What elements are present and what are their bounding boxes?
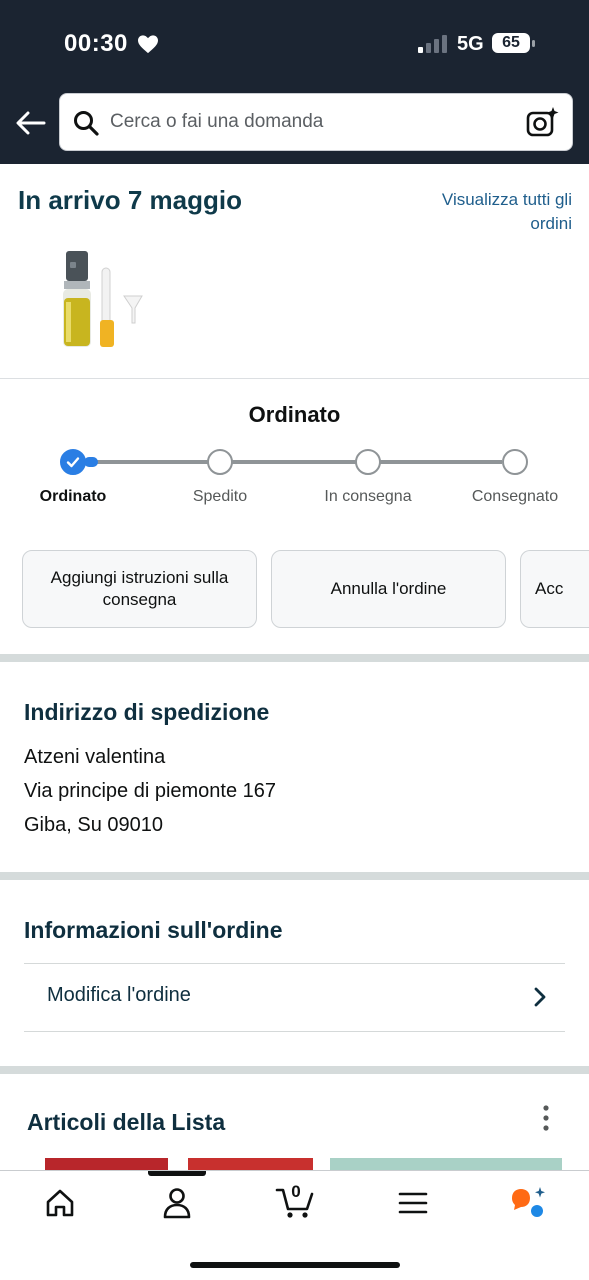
- check-icon: [66, 457, 80, 468]
- chevron-right-icon: [534, 987, 546, 1007]
- modify-order-row[interactable]: Modifica l'ordine: [24, 964, 565, 1031]
- rufus-assistant-icon[interactable]: [508, 1186, 548, 1220]
- home-icon[interactable]: [40, 1186, 80, 1220]
- step-out-for-delivery-dot: [355, 449, 381, 475]
- menu-icon[interactable]: [393, 1186, 433, 1220]
- search-icon: [74, 111, 99, 136]
- step-label-out-for-delivery: In consegna: [324, 488, 412, 505]
- account-icon[interactable]: [157, 1186, 197, 1220]
- step-shipped-dot: [207, 449, 233, 475]
- modify-order-label: Modifica l'ordine: [47, 984, 191, 1006]
- list-item-thumbnails: [0, 1150, 589, 1172]
- address-name: Atzeni valentina: [24, 746, 166, 768]
- cart-count: 0: [291, 1182, 301, 1201]
- section-divider: [0, 654, 589, 662]
- step-label-shipped: Spedito: [192, 488, 248, 505]
- progress-fill: [84, 457, 98, 467]
- order-info-title: Informazioni sull'ordine: [24, 917, 283, 943]
- signal-icon: [418, 35, 447, 53]
- product-image[interactable]: [58, 248, 150, 354]
- row-divider: [24, 1031, 565, 1032]
- section-divider: [0, 1066, 589, 1074]
- shipping-address-title: Indirizzo di spedizione: [24, 699, 270, 725]
- address-city: Giba, Su 09010: [24, 814, 163, 836]
- battery-icon: 65: [492, 33, 536, 53]
- search-bar[interactable]: [59, 93, 573, 151]
- active-tab-indicator: [148, 1171, 206, 1176]
- divider: [0, 378, 589, 379]
- step-label-delivered: Consegnato: [471, 488, 559, 505]
- cancel-order-button[interactable]: Annulla l'ordine: [271, 550, 506, 628]
- network-type: 5G: [457, 33, 484, 55]
- battery-level: 65: [502, 34, 520, 51]
- list-items-title: Articoli della Lista: [27, 1109, 226, 1135]
- status-time: 00:30: [64, 30, 128, 57]
- step-delivered-dot: [502, 449, 528, 475]
- address-street: Via principe di piemonte 167: [24, 780, 277, 802]
- more-options-icon[interactable]: [538, 1104, 554, 1132]
- search-input[interactable]: [110, 94, 510, 150]
- home-indicator: [190, 1262, 400, 1268]
- progress-track: [84, 460, 502, 464]
- section-divider: [0, 872, 589, 880]
- order-status-title: Ordinato: [248, 402, 341, 427]
- third-action-button[interactable]: Acc: [520, 550, 589, 628]
- arrival-heading: In arrivo 7 maggio: [18, 185, 242, 215]
- add-delivery-instructions-button[interactable]: Aggiungi istruzioni sulla consegna: [22, 550, 257, 628]
- step-ordered-dot: [60, 449, 86, 475]
- step-label-ordered: Ordinato: [39, 488, 107, 505]
- view-all-orders-link[interactable]: Visualizza tutti gli ordini: [402, 188, 572, 236]
- back-arrow-icon[interactable]: [14, 108, 48, 138]
- cart-button[interactable]: 0: [275, 1180, 315, 1220]
- camera-search-icon[interactable]: [526, 106, 560, 138]
- top-header: 00:30 5G 65: [0, 0, 589, 164]
- heart-icon: [138, 35, 158, 54]
